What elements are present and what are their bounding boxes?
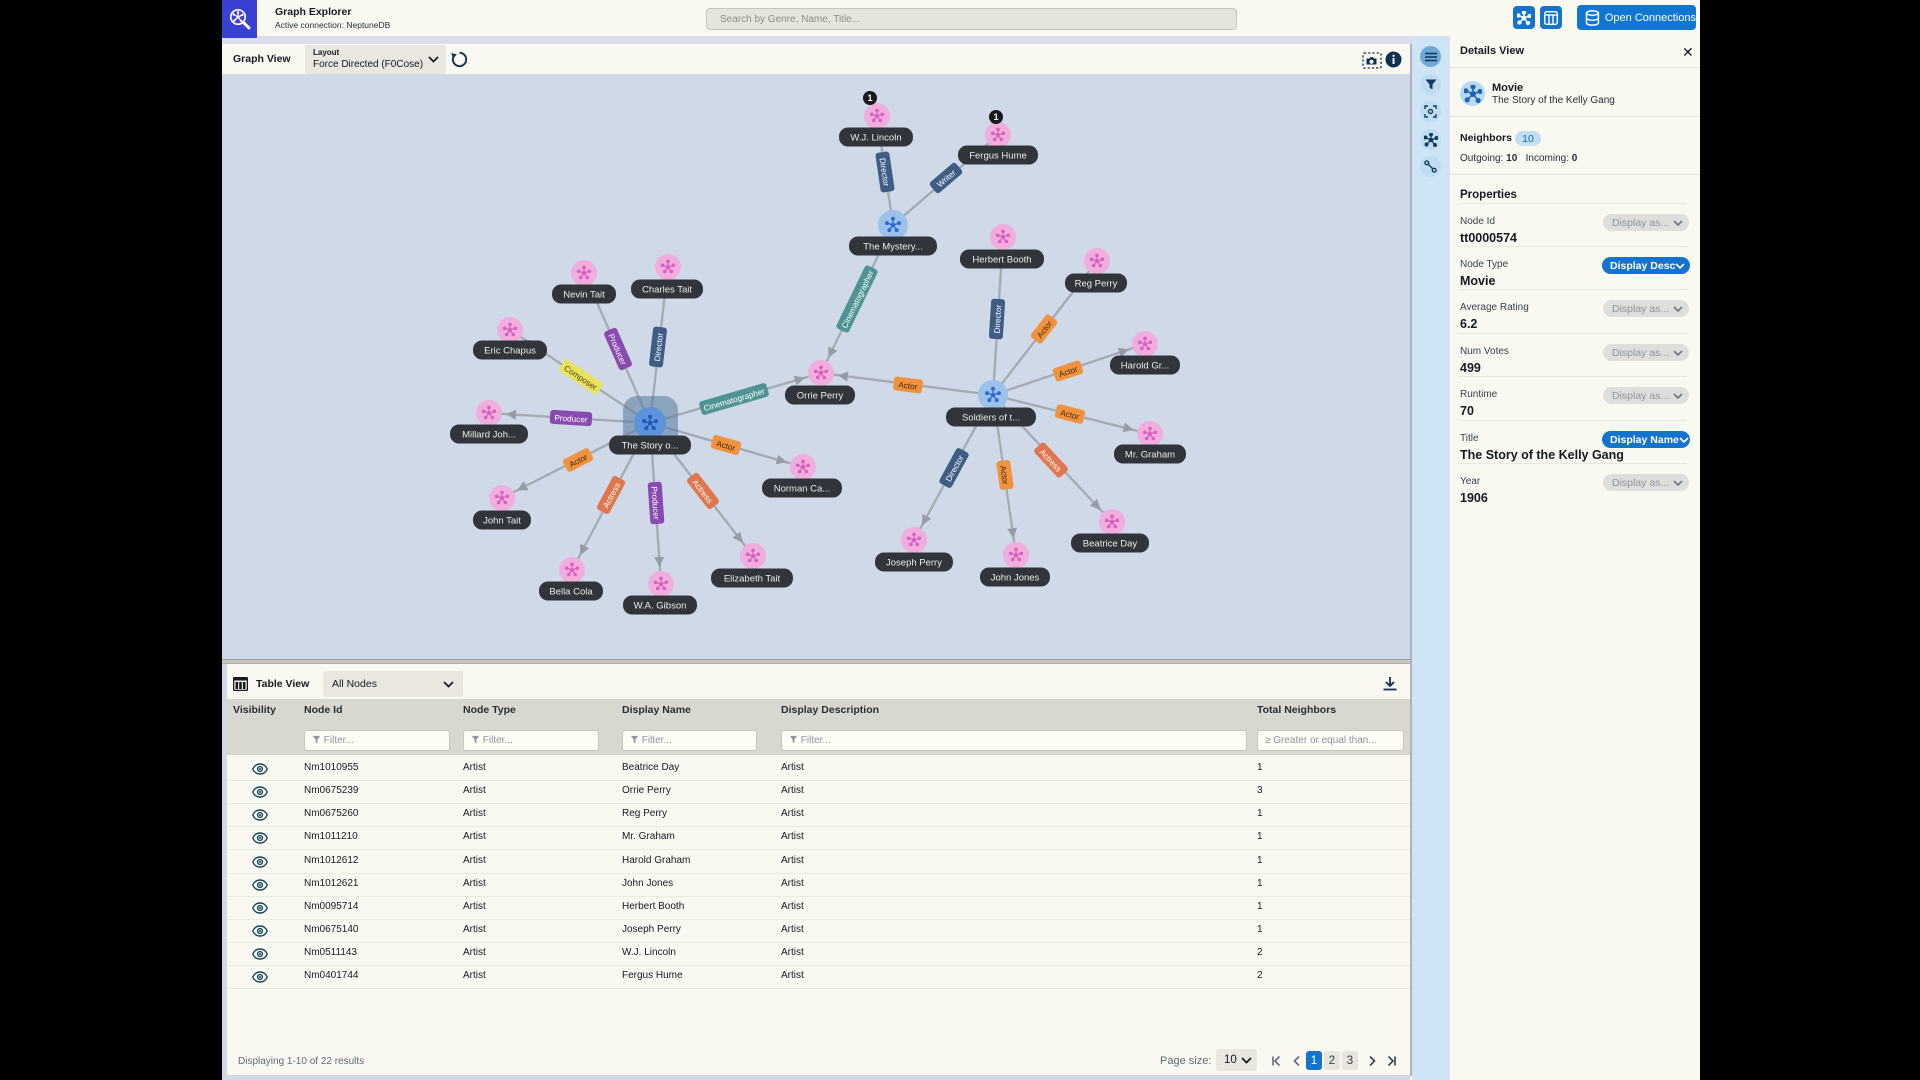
svg-text:Joseph Perry: Joseph Perry [886, 558, 942, 569]
svg-text:Eric Chapus: Eric Chapus [484, 346, 536, 357]
svg-text:John Tait: John Tait [483, 516, 521, 527]
svg-text:Orrie Perry: Orrie Perry [797, 391, 844, 402]
svg-text:Charles Tait: Charles Tait [642, 285, 692, 296]
svg-text:Harold Gr...: Harold Gr... [1121, 361, 1170, 372]
svg-text:Herbert Booth: Herbert Booth [972, 255, 1031, 266]
svg-text:The Mystery...: The Mystery... [863, 242, 922, 253]
svg-text:Norman Ca...: Norman Ca... [774, 484, 831, 495]
svg-text:Director: Director [993, 304, 1004, 333]
svg-text:W.J. Lincoln: W.J. Lincoln [850, 133, 901, 144]
svg-text:Reg Perry: Reg Perry [1075, 279, 1118, 290]
svg-text:Mr. Graham: Mr. Graham [1125, 450, 1175, 461]
svg-text:1: 1 [993, 112, 998, 122]
svg-text:Nevin Tait: Nevin Tait [563, 290, 605, 301]
svg-text:Fergus Hume: Fergus Hume [969, 151, 1027, 162]
svg-text:Cinematographer: Cinematographer [840, 269, 876, 330]
svg-text:The Story o...: The Story o... [621, 441, 678, 452]
svg-text:Millard Joh...: Millard Joh... [462, 430, 516, 441]
svg-text:John Jones: John Jones [991, 573, 1040, 584]
svg-text:W.A. Gibson: W.A. Gibson [634, 601, 687, 612]
svg-text:Elizabeth Tait: Elizabeth Tait [724, 574, 781, 585]
svg-text:Soldiers of t...: Soldiers of t... [962, 413, 1020, 424]
svg-text:1: 1 [867, 93, 872, 103]
svg-text:Beatrice Day: Beatrice Day [1083, 539, 1138, 550]
svg-text:Bella Cola: Bella Cola [549, 587, 593, 598]
